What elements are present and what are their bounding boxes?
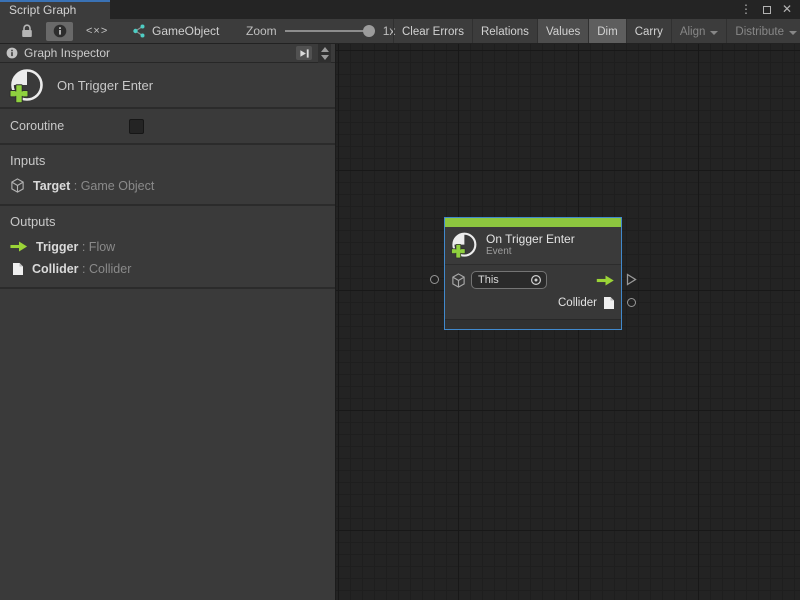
toolbar-left-group: <×> xyxy=(0,19,108,43)
inspector-title: Graph Inspector xyxy=(24,46,290,60)
zoom-control: Zoom 1x xyxy=(246,19,395,43)
info-icon xyxy=(53,24,67,38)
graph-toolbar: <×> GameObject Zoom 1x Clear Errors Rela… xyxy=(0,19,800,44)
document-icon xyxy=(12,262,24,276)
outputs-heading: Outputs xyxy=(10,214,325,229)
event-unit-icon xyxy=(8,67,45,104)
distribute-label: Distribute xyxy=(735,26,784,38)
zoom-slider[interactable] xyxy=(285,25,375,37)
tab-label: Script Graph xyxy=(9,3,76,17)
dim-button[interactable]: Dim xyxy=(588,19,625,44)
port-name: Trigger xyxy=(36,240,78,254)
inspector-scrubber[interactable] xyxy=(318,44,331,63)
gameobject-cube-icon xyxy=(10,178,25,193)
port-name-and-type: Collider : Collider xyxy=(32,262,131,276)
window-menu-icon[interactable]: ⋮ xyxy=(740,0,752,19)
target-input-port[interactable] xyxy=(430,275,439,284)
port-type: : Game Object xyxy=(74,179,155,193)
node-target-row: This xyxy=(451,270,615,290)
output-collider-row: Collider : Collider xyxy=(10,260,325,277)
align-label: Align xyxy=(680,26,706,38)
relations-button[interactable]: Relations xyxy=(472,19,537,44)
scrub-up-icon[interactable] xyxy=(321,47,329,52)
window-maximize-icon[interactable] xyxy=(763,6,771,14)
carry-button[interactable]: Carry xyxy=(626,19,671,44)
node-accent-bar xyxy=(445,218,621,227)
flow-arrow-icon xyxy=(10,241,28,252)
chevron-down-icon xyxy=(710,31,718,35)
chevron-down-icon xyxy=(789,31,797,35)
window-close-icon[interactable]: ✕ xyxy=(782,0,792,19)
unity-script-graph-window: Script Graph ⋮ ✕ <×> GameObject xyxy=(0,0,800,600)
document-icon xyxy=(603,296,615,310)
node-header[interactable]: On Trigger Enter Event xyxy=(445,227,621,264)
graph-inspector-panel: Graph Inspector On Trigger Enter xyxy=(0,44,336,600)
align-button[interactable]: Align xyxy=(671,19,727,44)
port-name-and-type: Target : Game Object xyxy=(33,179,154,193)
output-trigger-row: Trigger : Flow xyxy=(10,238,325,255)
target-object-value: This xyxy=(478,274,530,286)
script-graph-icon xyxy=(132,24,146,38)
flow-arrow-icon xyxy=(596,275,615,286)
collider-port-label: Collider xyxy=(558,297,597,309)
values-button[interactable]: Values xyxy=(537,19,588,44)
inputs-heading: Inputs xyxy=(10,153,325,168)
gameobject-cube-icon xyxy=(451,273,466,288)
window-controls: ⋮ ✕ xyxy=(740,0,792,19)
event-title: On Trigger Enter xyxy=(57,78,153,93)
port-type: : Flow xyxy=(82,240,115,254)
zoom-slider-handle[interactable] xyxy=(363,25,375,37)
gameobject-label: GameObject xyxy=(152,24,219,38)
distribute-button[interactable]: Distribute xyxy=(726,19,800,44)
trigger-output-port[interactable] xyxy=(626,273,637,286)
node-collider-row: Collider xyxy=(451,293,615,313)
node-footer xyxy=(445,319,621,329)
info-toggle-button[interactable] xyxy=(46,22,73,41)
gameobject-selector[interactable]: GameObject xyxy=(132,19,219,43)
node-subtitle: Event xyxy=(486,246,575,258)
target-object-dropdown[interactable]: This xyxy=(471,271,547,289)
port-name: Target xyxy=(33,179,70,193)
port-name-and-type: Trigger : Flow xyxy=(36,240,115,254)
node-titles: On Trigger Enter Event xyxy=(486,232,575,258)
code-view-icon[interactable]: <×> xyxy=(86,25,108,37)
inputs-section: Inputs Target : Game Object xyxy=(0,145,335,206)
collider-output-port[interactable] xyxy=(627,298,636,307)
window-tab-bar: Script Graph ⋮ ✕ xyxy=(0,0,800,19)
coroutine-checkbox[interactable] xyxy=(129,119,144,134)
outputs-section: Outputs Trigger : Flow Collider : Collid… xyxy=(0,206,335,289)
on-trigger-enter-node[interactable]: On Trigger Enter Event This xyxy=(444,217,622,330)
info-icon xyxy=(6,47,18,59)
event-unit-icon xyxy=(450,231,478,259)
input-target-row: Target : Game Object xyxy=(10,177,325,194)
scrub-down-icon[interactable] xyxy=(321,55,329,60)
node-title: On Trigger Enter xyxy=(486,232,575,246)
lock-icon[interactable] xyxy=(21,24,33,38)
tab-script-graph[interactable]: Script Graph xyxy=(0,0,110,19)
graph-inspector-header: Graph Inspector xyxy=(0,44,335,63)
toolbar-buttons-group: Clear Errors Relations Values Dim Carry … xyxy=(393,19,800,44)
zoom-slider-track xyxy=(285,30,371,32)
coroutine-row: Coroutine xyxy=(0,109,335,145)
object-picker-icon[interactable] xyxy=(530,274,542,286)
dock-icon xyxy=(299,48,310,59)
port-type: : Collider xyxy=(82,262,131,276)
dock-panel-button[interactable] xyxy=(296,46,312,60)
zoom-label: Zoom xyxy=(246,24,277,38)
clear-errors-button[interactable]: Clear Errors xyxy=(393,19,472,44)
event-summary: On Trigger Enter xyxy=(0,63,335,109)
port-name: Collider xyxy=(32,262,79,276)
node-body: This Collider xyxy=(445,264,621,319)
coroutine-label: Coroutine xyxy=(10,119,129,133)
